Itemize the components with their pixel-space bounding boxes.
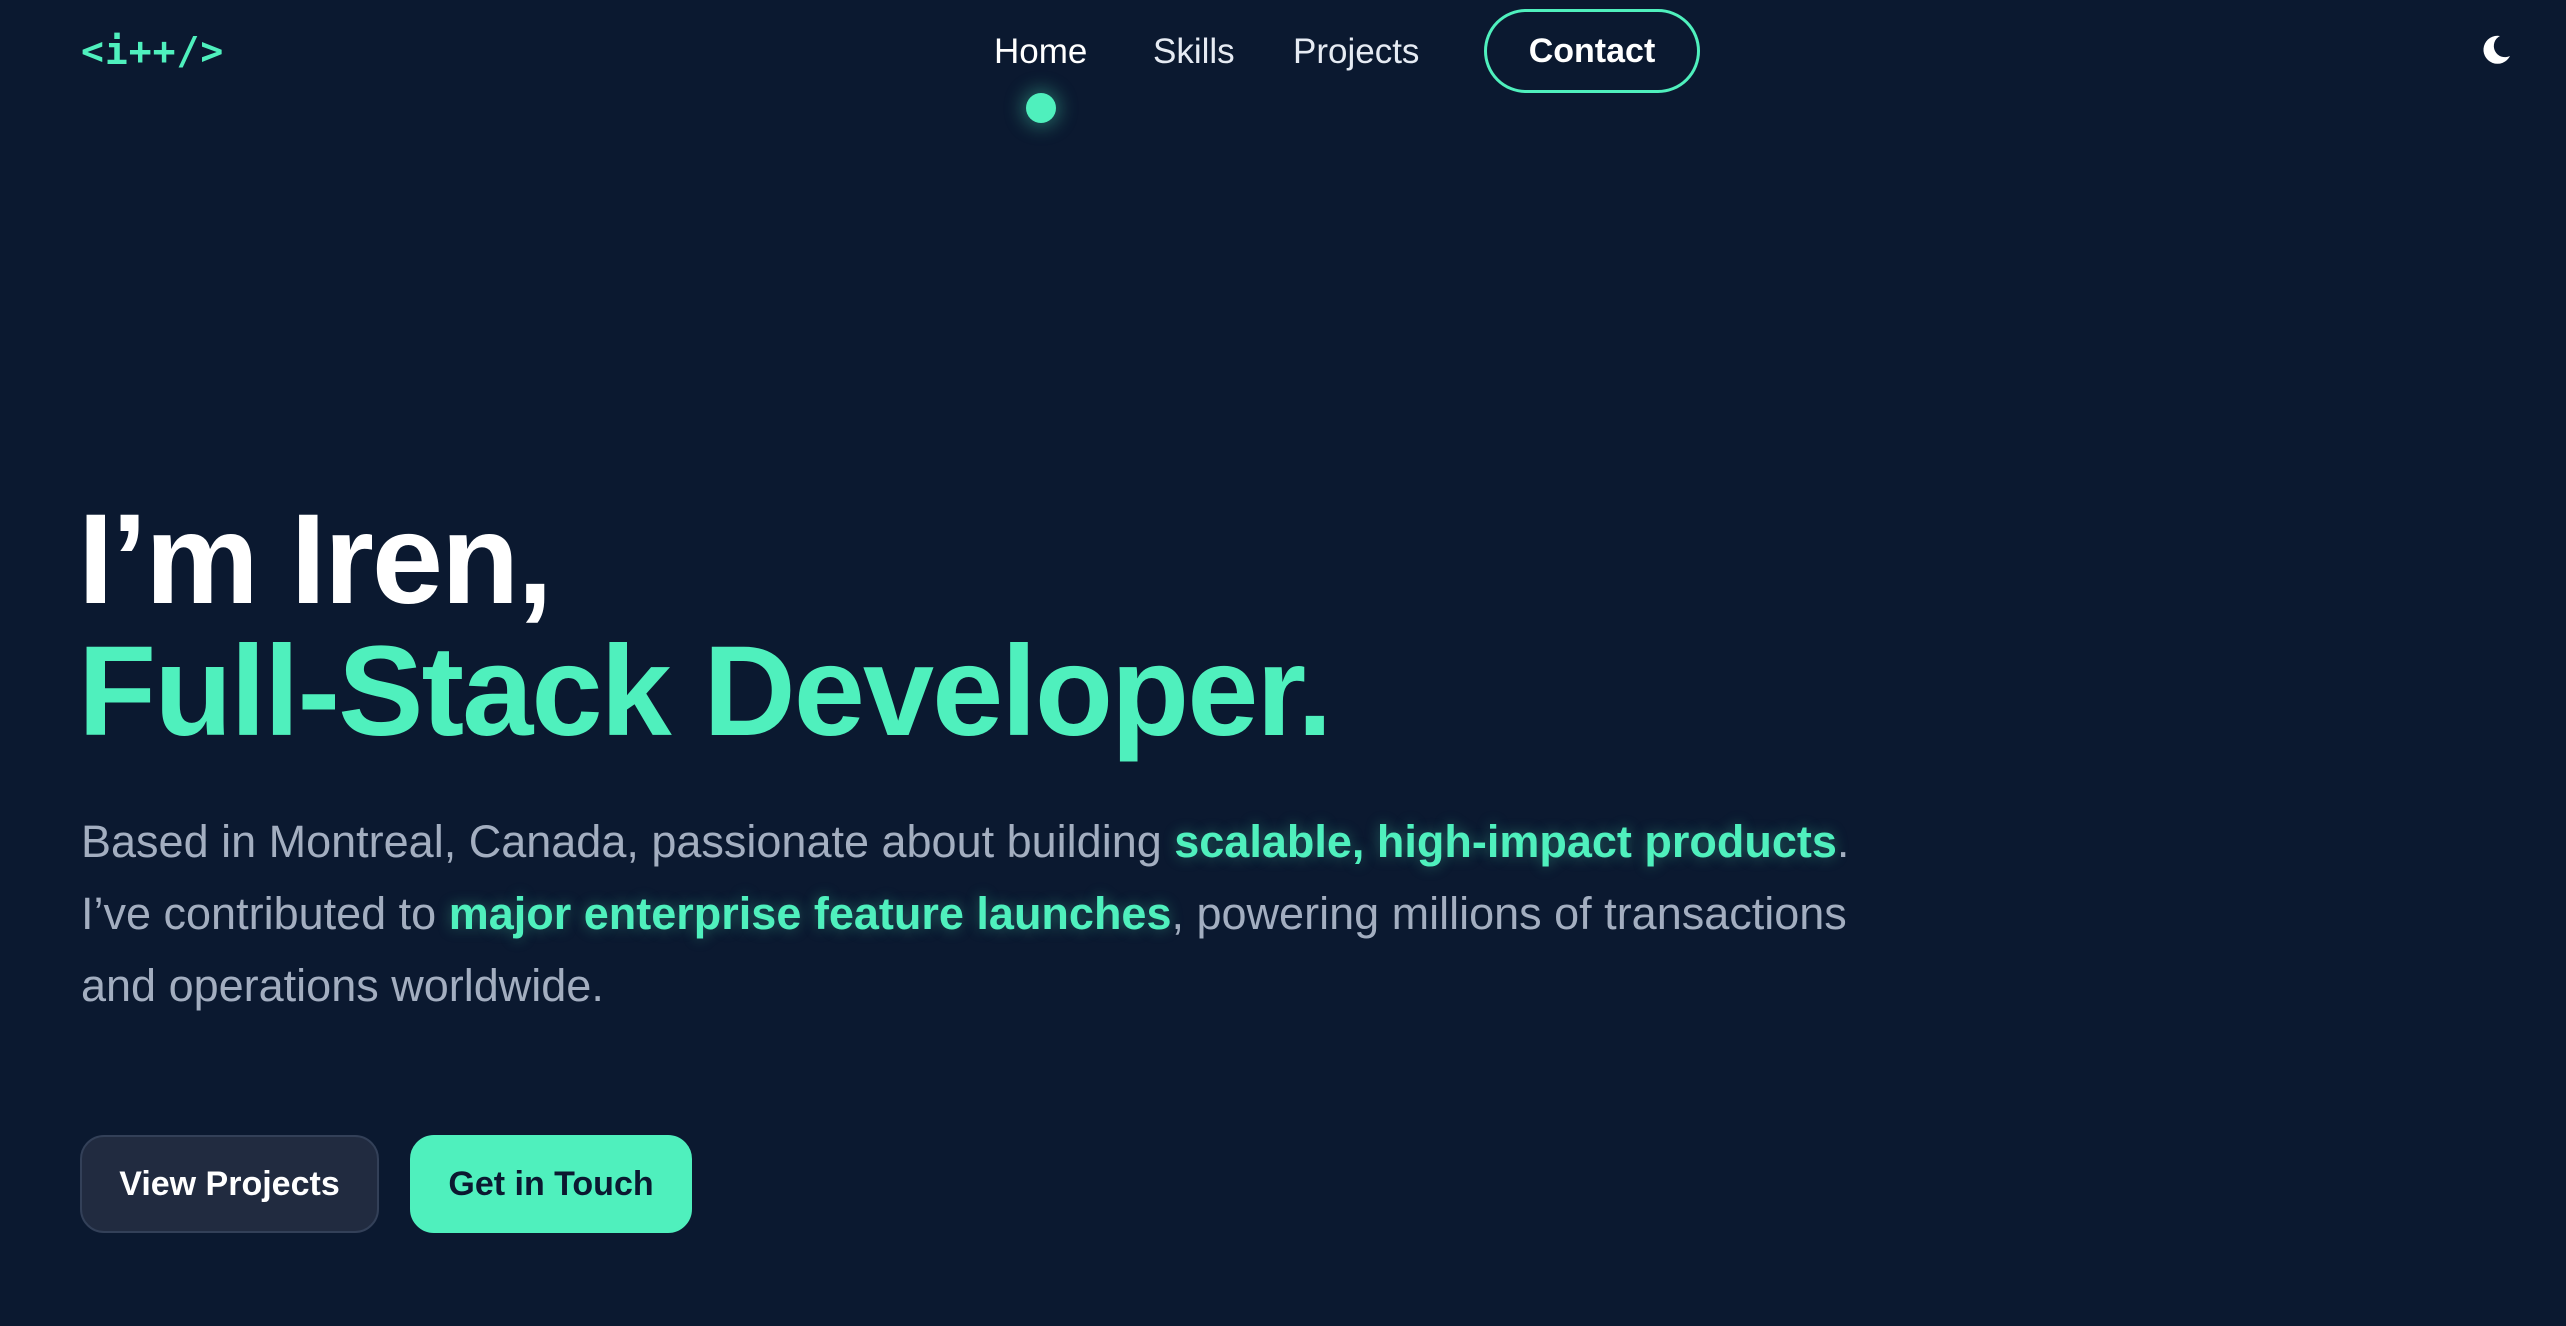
hero-role: Full-Stack Developer.	[78, 620, 1333, 763]
description-highlight: major enterprise feature launches	[448, 888, 1172, 939]
hero-greeting: I’m Iren,	[78, 488, 553, 631]
portfolio-page: <i++/> Home Skills Projects Contact I’m …	[0, 0, 2566, 1326]
nav-link-projects[interactable]: Projects	[1293, 28, 1419, 76]
description-highlight: scalable, high-impact products	[1174, 816, 1837, 867]
moon-icon	[2483, 35, 2510, 64]
contact-button[interactable]: Contact	[1484, 9, 1700, 93]
hero-description: Based in Montreal, Canada, passionate ab…	[81, 806, 1881, 1022]
view-projects-button[interactable]: View Projects	[80, 1135, 379, 1233]
description-text: Based in Montreal, Canada, passionate ab…	[81, 816, 1175, 867]
site-logo[interactable]: <i++/>	[81, 24, 224, 78]
theme-toggle-button[interactable]	[2478, 32, 2514, 68]
nav-link-home[interactable]: Home	[994, 28, 1087, 76]
get-in-touch-button[interactable]: Get in Touch	[410, 1135, 692, 1233]
active-nav-indicator	[1026, 93, 1056, 123]
nav-link-skills[interactable]: Skills	[1153, 28, 1235, 76]
